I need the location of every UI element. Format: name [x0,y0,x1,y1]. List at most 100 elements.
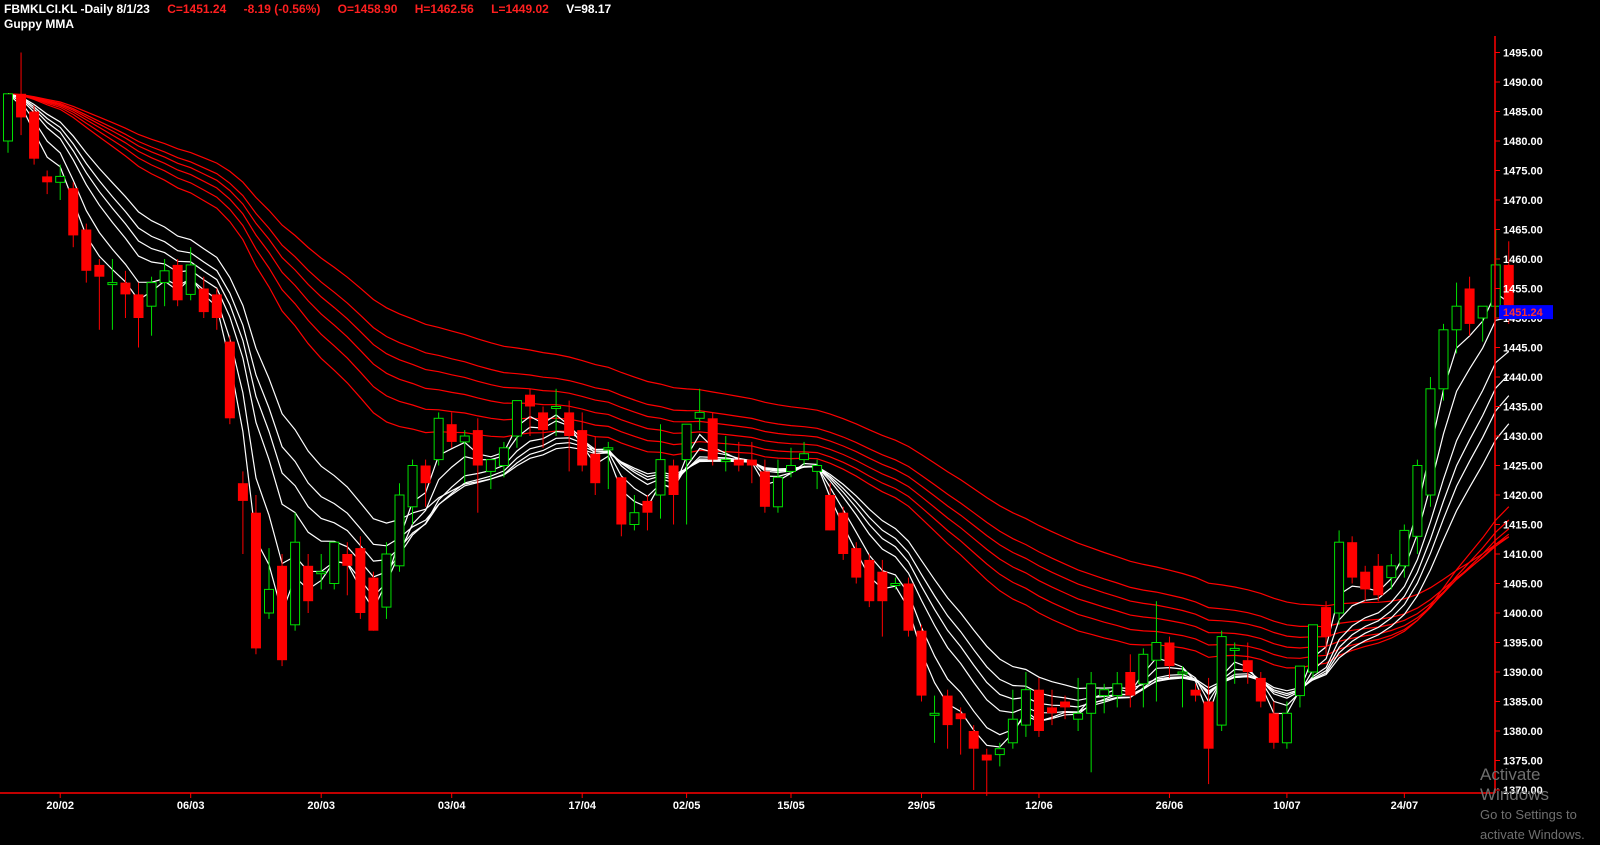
candle [968,725,979,790]
candle [629,495,640,531]
candle-body [290,541,301,626]
candle-body [368,577,379,631]
candle-body [485,459,496,472]
candle [942,689,953,749]
candle-body [198,288,209,313]
candle-body [590,453,601,484]
candle-body [1007,718,1018,744]
candle-body [577,430,588,466]
candle-body [1060,701,1071,708]
candle [1073,677,1084,731]
candle-body [407,465,418,508]
candle-body [1164,642,1175,667]
candle-body [1412,465,1423,537]
date-tick-label: 10/07 [1273,800,1301,812]
candle-body [1451,305,1462,331]
candle-body [277,565,288,661]
candle [290,512,301,631]
candle [1138,648,1149,708]
price-tick-label: 1455.00 [1503,284,1543,296]
candle-body [224,341,235,419]
candle [1086,672,1097,773]
candle-body [146,282,157,307]
candle [707,412,718,466]
candle [681,423,692,525]
candle-body [1047,707,1057,714]
candle-body [1425,388,1436,496]
candle-body [1294,665,1305,697]
candle-body [681,423,692,461]
candle-body [329,541,340,585]
candle [250,495,261,655]
candle-body [1386,565,1397,579]
candle [851,542,862,584]
candle-body [107,282,118,286]
candle-body [1216,636,1227,726]
windows-activation-watermark: Activate Windows Go to Settings to activ… [1480,765,1600,845]
price-tick-label: 1440.00 [1503,372,1543,384]
candle-body [968,731,979,749]
price-tick-label: 1465.00 [1503,225,1543,237]
candle [1203,677,1214,785]
candle [81,223,92,283]
candle-body [864,559,875,602]
candle [1177,666,1188,708]
candle-body [538,412,549,431]
date-tick-label: 03/04 [438,800,466,812]
candle [42,170,53,195]
candle-body [955,713,966,720]
candles [3,52,1514,796]
candle-body [120,282,131,295]
candle-body [1360,571,1371,590]
candle [1020,672,1031,737]
candle-body [851,548,862,578]
candle-body [838,512,849,554]
date-tick-label: 02/05 [673,800,701,812]
candle-body [603,447,614,451]
candle [303,554,314,613]
candle [694,388,705,431]
watermark-title: Activate Windows [1480,765,1549,804]
candle-body [1033,689,1044,731]
candle [525,388,535,436]
candle [237,471,248,554]
candle-body [1151,642,1162,661]
candle [1294,665,1305,708]
candle [198,276,209,318]
candle-body [159,270,170,284]
candle-body [1255,677,1266,702]
candle-body [786,465,796,472]
candle-body [733,459,744,466]
price-tick-label: 1390.00 [1503,667,1543,679]
candle [538,406,549,448]
candle-body [812,465,823,472]
candle-body [1334,541,1345,614]
candle [368,571,379,631]
date-tick-label: 20/02 [46,800,74,812]
date-tick-label: 26/06 [1156,800,1184,812]
candle-body [264,588,274,614]
candle [94,259,105,330]
candle [1373,554,1384,602]
candle [825,483,836,531]
candle-body [1438,329,1449,390]
candlestick-chart[interactable]: 1370.001375.001380.001385.001390.001395.… [0,0,1600,829]
candle-body [903,583,914,631]
candle-body [1086,683,1097,714]
candle [903,577,914,637]
candle-body [1242,660,1253,672]
candle-body [68,188,79,236]
candle-body [551,406,562,409]
price-tick-label: 1380.00 [1503,726,1543,738]
candle [68,182,79,248]
candle-body [133,294,144,318]
candle-body [877,571,888,602]
candle [29,105,40,165]
candle-body [355,548,366,613]
candle-body [511,400,522,437]
candle [838,506,849,560]
candle [329,541,340,590]
candle-body [1373,565,1384,596]
watermark-subtitle: Go to Settings to activate Windows. [1480,807,1585,842]
candle-body [1464,288,1475,324]
